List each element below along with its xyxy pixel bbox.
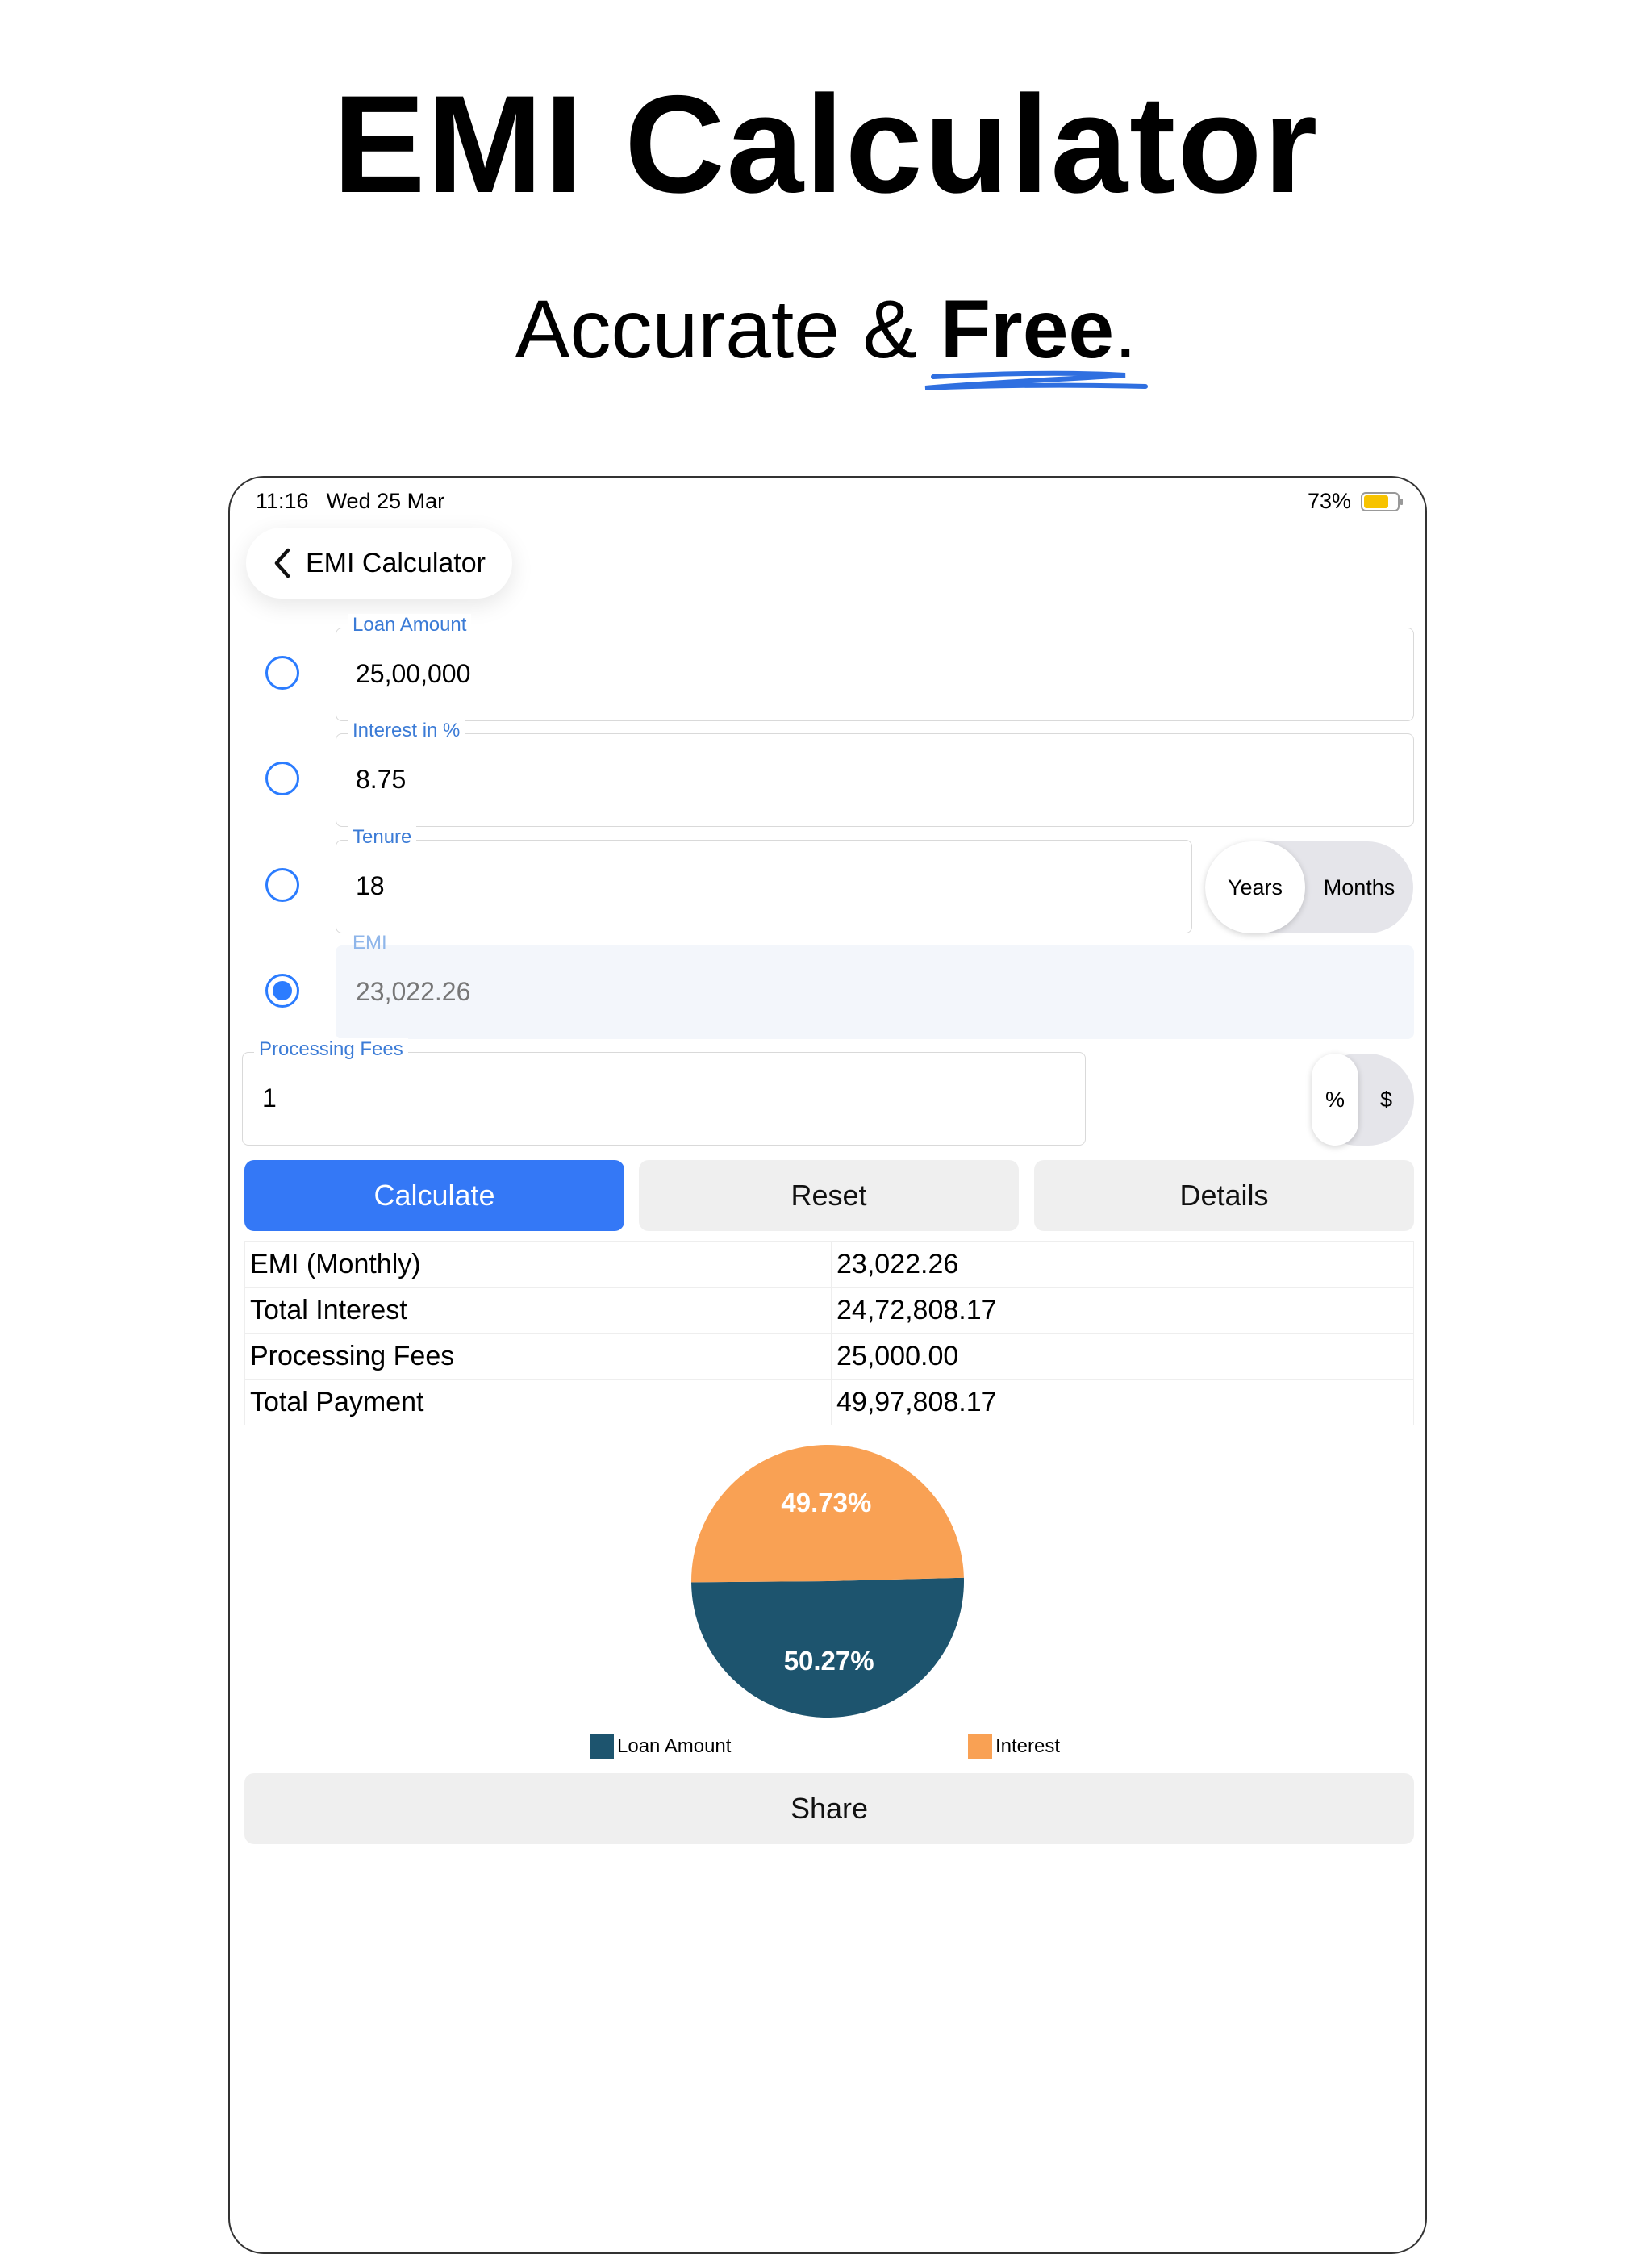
nav-title: EMI Calculator [306,547,486,578]
legend-label-loan: Loan Amount [617,1735,732,1757]
interest-value: 8.75 [356,765,407,794]
reset-button[interactable]: Reset [639,1160,1019,1231]
fee-unit-toggle[interactable]: % $ [1312,1054,1414,1146]
tagline-prefix: Accurate & [515,283,941,375]
result-value: 23,022.26 [831,1241,1414,1288]
legend-item-interest: Interest [968,1734,1060,1759]
tagline-emphasis: Free [940,283,1115,375]
emi-value: 23,022.26 [356,977,471,1006]
result-label: EMI (Monthly) [244,1241,832,1288]
pie-chart: 50.27% 49.73% [230,1441,1425,1747]
legend-swatch-loan [590,1734,614,1759]
status-bar: 11:16 Wed 25 Mar 73% [256,489,1403,521]
table-row: Total Interest 24,72,808.17 [244,1287,1414,1334]
tenure-value: 18 [356,871,385,900]
pie-label-loan: 50.27% [784,1646,874,1676]
tenure-unit-years[interactable]: Years [1205,841,1305,933]
fee-unit-dollar[interactable]: $ [1358,1054,1414,1146]
processing-fees-value: 1 [262,1083,277,1112]
loan-amount-field[interactable]: Loan Amount 25,00,000 [336,614,1414,721]
battery-icon [1361,491,1403,511]
result-label: Total Payment [244,1379,832,1425]
pie-chart-svg: 50.27% 49.73% [691,1445,965,1718]
tenure-field[interactable]: Tenure 18 [336,826,1192,933]
radio-tenure[interactable] [265,868,299,902]
radio-emi[interactable] [265,974,299,1008]
status-time: 11:16 [256,489,309,513]
page-headline: EMI Calculator [332,67,1320,222]
processing-fees-label: Processing Fees [254,1038,408,1061]
legend-item-loan: Loan Amount [590,1734,731,1759]
processing-fees-field[interactable]: Processing Fees 1 [242,1038,1086,1146]
radio-interest[interactable] [265,762,299,795]
back-button[interactable]: EMI Calculator [246,528,512,599]
loan-amount-label: Loan Amount [348,614,472,637]
tenure-label: Tenure [348,826,417,849]
table-row: Processing Fees 25,000.00 [244,1333,1414,1380]
legend-label-interest: Interest [995,1735,1061,1757]
tenure-unit-months[interactable]: Months [1305,841,1413,933]
tenure-unit-toggle[interactable]: Years Months [1205,841,1413,933]
results-table: EMI (Monthly) 23,022.26 Total Interest 24,7… [244,1241,1414,1425]
emi-field: EMI 23,022.26 [336,932,1414,1039]
legend-swatch-interest [968,1734,992,1759]
result-value: 49,97,808.17 [831,1379,1414,1425]
details-button[interactable]: Details [1034,1160,1414,1231]
tagline-suffix: . [1114,283,1137,375]
tagline: Accurate & Free. [0,282,1652,377]
radio-loan-amount[interactable] [265,656,299,690]
fee-unit-percent[interactable]: % [1312,1054,1358,1146]
loan-amount-value: 25,00,000 [356,659,471,688]
battery-percent: 73% [1307,489,1351,513]
table-row: EMI (Monthly) 23,022.26 [244,1241,1414,1288]
emi-label: EMI [353,932,387,954]
result-value: 24,72,808.17 [831,1287,1414,1334]
interest-field[interactable]: Interest in % 8.75 [336,720,1414,827]
calculate-button[interactable]: Calculate [244,1160,624,1231]
tablet-frame: 11:16 Wed 25 Mar 73% EMI Calculator Loan … [228,476,1427,2254]
table-row: Total Payment 49,97,808.17 [244,1379,1414,1425]
scribble-underline-icon [924,370,1148,390]
status-date: Wed 25 Mar [326,489,445,513]
result-label: Processing Fees [244,1333,832,1380]
interest-label: Interest in % [348,720,465,742]
chevron-left-icon [264,547,301,579]
result-label: Total Interest [244,1287,832,1334]
pie-label-interest: 49.73% [781,1488,871,1517]
result-value: 25,000.00 [831,1333,1414,1380]
share-button[interactable]: Share [244,1773,1414,1844]
